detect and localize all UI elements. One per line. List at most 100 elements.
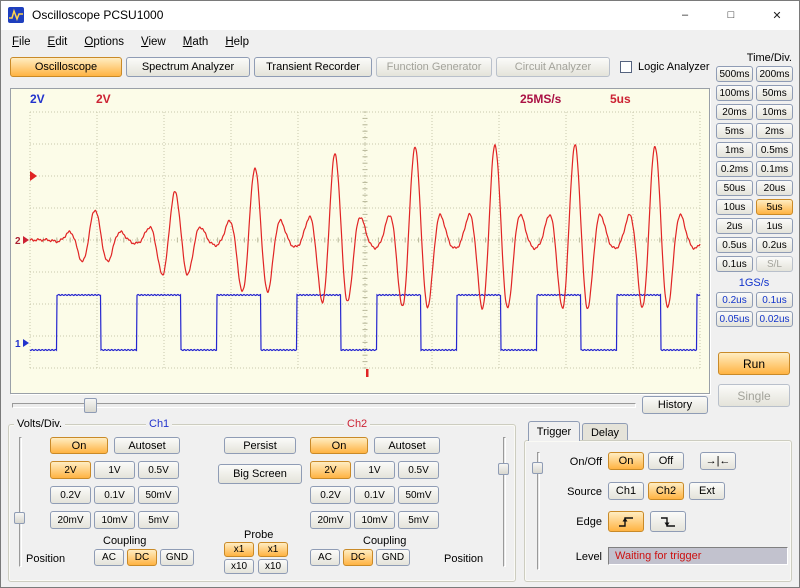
timediv-0.1us-button[interactable]: 0.1us xyxy=(716,256,753,272)
timediv-0.5us-button[interactable]: 0.5us xyxy=(716,237,753,253)
ch2-volts-20mv-button[interactable]: 20mV xyxy=(310,511,351,529)
ch2-on-button[interactable]: On xyxy=(310,437,368,454)
ch2-volts-0.5v-button[interactable]: 0.5V xyxy=(398,461,439,479)
ch2-volts-1v-button[interactable]: 1V xyxy=(354,461,395,479)
trigger-source-ch1-button[interactable]: Ch1 xyxy=(608,482,644,500)
timediv-0.2ms-button[interactable]: 0.2ms xyxy=(716,161,753,177)
ch2-volts-10mv-button[interactable]: 10mV xyxy=(354,511,395,529)
minimize-button[interactable]: – xyxy=(662,0,708,30)
ch2-volts-0.1v-button[interactable]: 0.1V xyxy=(354,486,395,504)
ch1-marker-label[interactable]: 1 xyxy=(15,339,21,350)
timediv-50us-button[interactable]: 50us xyxy=(716,180,753,196)
ch2-marker-label[interactable]: 2 xyxy=(15,236,21,247)
ch1-probe-x1-button[interactable]: x1 xyxy=(224,542,254,557)
ch1-volts-1v-button[interactable]: 1V xyxy=(94,461,135,479)
ch1-coupling-gnd-button[interactable]: GND xyxy=(160,549,194,566)
trigger-edge-falling-button[interactable] xyxy=(650,511,686,532)
menu-help[interactable]: Help xyxy=(217,33,257,51)
ch1-volts-20mv-button[interactable]: 20mV xyxy=(50,511,91,529)
ch1-volts-0.2v-button[interactable]: 0.2V xyxy=(50,486,91,504)
trigger-source-ch2-button[interactable]: Ch2 xyxy=(648,482,684,500)
trigger-on-button[interactable]: On xyxy=(608,452,644,470)
ch2-volts-0.2v-button[interactable]: 0.2V xyxy=(310,486,351,504)
close-button[interactable]: ✕ xyxy=(754,0,800,30)
trigger-source-ext-button[interactable]: Ext xyxy=(689,482,725,500)
history-button[interactable]: History xyxy=(642,396,708,414)
scope-scrollbar-track[interactable] xyxy=(12,403,636,408)
trigger-position-marker[interactable] xyxy=(366,369,369,377)
run-button[interactable]: Run xyxy=(718,352,790,375)
trigger-off-button[interactable]: Off xyxy=(648,452,684,470)
ch1-on-button[interactable]: On xyxy=(50,437,108,454)
persist-button[interactable]: Persist xyxy=(224,437,296,454)
ch1-coupling-ac-button[interactable]: AC xyxy=(94,549,124,566)
menu-view[interactable]: View xyxy=(133,33,174,51)
ch2-position-thumb[interactable] xyxy=(498,463,509,475)
trigger-edge-rising-button[interactable] xyxy=(608,511,644,532)
timediv-50ms-button[interactable]: 50ms xyxy=(756,85,793,101)
timediv-2us-button[interactable]: 2us xyxy=(716,218,753,234)
ch2-volts-50mv-button[interactable]: 50mV xyxy=(398,486,439,504)
timediv-10ms-button[interactable]: 10ms xyxy=(756,104,793,120)
logic-analyzer-checkbox[interactable] xyxy=(620,61,632,73)
timediv-gs-0.05us-button[interactable]: 0.05us xyxy=(716,311,753,327)
ch1-position-slider[interactable] xyxy=(19,437,22,567)
timediv-0.2us-button[interactable]: 0.2us xyxy=(756,237,793,253)
timediv-gs-0.2us-button[interactable]: 0.2us xyxy=(716,292,753,308)
timediv-gs-0.1us-button[interactable]: 0.1us xyxy=(756,292,793,308)
timediv-sl-button[interactable]: S/L xyxy=(756,256,793,272)
timediv-1us-button[interactable]: 1us xyxy=(756,218,793,234)
ch1-position-thumb[interactable] xyxy=(14,512,25,524)
ch1-coupling-dc-button[interactable]: DC xyxy=(127,549,157,566)
ch1-volts-10mv-button[interactable]: 10mV xyxy=(94,511,135,529)
tab-trigger[interactable]: Trigger xyxy=(528,421,580,441)
ch1-volts-0.1v-button[interactable]: 0.1V xyxy=(94,486,135,504)
timediv-100ms-button[interactable]: 100ms xyxy=(716,85,753,101)
timediv-20ms-button[interactable]: 20ms xyxy=(716,104,753,120)
single-button[interactable]: Single xyxy=(718,384,790,407)
ch1-volts-50mv-button[interactable]: 50mV xyxy=(138,486,179,504)
timediv-2ms-button[interactable]: 2ms xyxy=(756,123,793,139)
tab-transient-recorder[interactable]: Transient Recorder xyxy=(254,57,372,77)
tab-oscilloscope[interactable]: Oscilloscope xyxy=(10,57,122,77)
timediv-5ms-button[interactable]: 5ms xyxy=(716,123,753,139)
ch2-volts-5mv-button[interactable]: 5mV xyxy=(398,511,439,529)
ch1-marker-arrow[interactable] xyxy=(23,339,29,347)
ch1-volts-2v-button[interactable]: 2V xyxy=(50,461,91,479)
ch2-probe-x10-button[interactable]: x10 xyxy=(258,559,288,574)
menu-edit[interactable]: Edit xyxy=(40,33,76,51)
ch2-marker-arrow[interactable] xyxy=(23,236,29,244)
menu-options[interactable]: Options xyxy=(76,33,132,51)
ch1-probe-x10-button[interactable]: x10 xyxy=(224,559,254,574)
timediv-20us-button[interactable]: 20us xyxy=(756,180,793,196)
ch2-probe-x1-button[interactable]: x1 xyxy=(258,542,288,557)
big-screen-button[interactable]: Big Screen xyxy=(218,464,302,484)
ch1-volts-0.5v-button[interactable]: 0.5V xyxy=(138,461,179,479)
timediv-5us-button[interactable]: 5us xyxy=(756,199,793,215)
timediv-500ms-button[interactable]: 500ms xyxy=(716,66,753,82)
ch2-autoset-button[interactable]: Autoset xyxy=(374,437,440,454)
ch2-position-slider[interactable] xyxy=(503,437,506,567)
timediv-10us-button[interactable]: 10us xyxy=(716,199,753,215)
trigger-center-button[interactable]: →|← xyxy=(700,452,736,470)
trigger-level-marker[interactable] xyxy=(30,171,37,181)
tab-function-generator[interactable]: Function Generator xyxy=(376,57,492,77)
tab-delay[interactable]: Delay xyxy=(582,423,628,441)
timediv-0.5ms-button[interactable]: 0.5ms xyxy=(756,142,793,158)
tab-spectrum-analyzer[interactable]: Spectrum Analyzer xyxy=(126,57,250,77)
timediv-gs-0.02us-button[interactable]: 0.02us xyxy=(756,311,793,327)
ch2-coupling-dc-button[interactable]: DC xyxy=(343,549,373,566)
ch1-volts-5mv-button[interactable]: 5mV xyxy=(138,511,179,529)
timediv-200ms-button[interactable]: 200ms xyxy=(756,66,793,82)
menu-file[interactable]: File xyxy=(4,33,39,51)
tab-circuit-analyzer[interactable]: Circuit Analyzer xyxy=(496,57,610,77)
ch2-coupling-ac-button[interactable]: AC xyxy=(310,549,340,566)
scope-scrollbar-thumb[interactable] xyxy=(84,398,97,413)
trigger-level-thumb[interactable] xyxy=(532,462,543,474)
menu-math[interactable]: Math xyxy=(175,33,217,51)
ch2-volts-2v-button[interactable]: 2V xyxy=(310,461,351,479)
ch1-autoset-button[interactable]: Autoset xyxy=(114,437,180,454)
scope-display[interactable]: 2 1 xyxy=(10,88,710,394)
timediv-0.1ms-button[interactable]: 0.1ms xyxy=(756,161,793,177)
ch2-coupling-gnd-button[interactable]: GND xyxy=(376,549,410,566)
